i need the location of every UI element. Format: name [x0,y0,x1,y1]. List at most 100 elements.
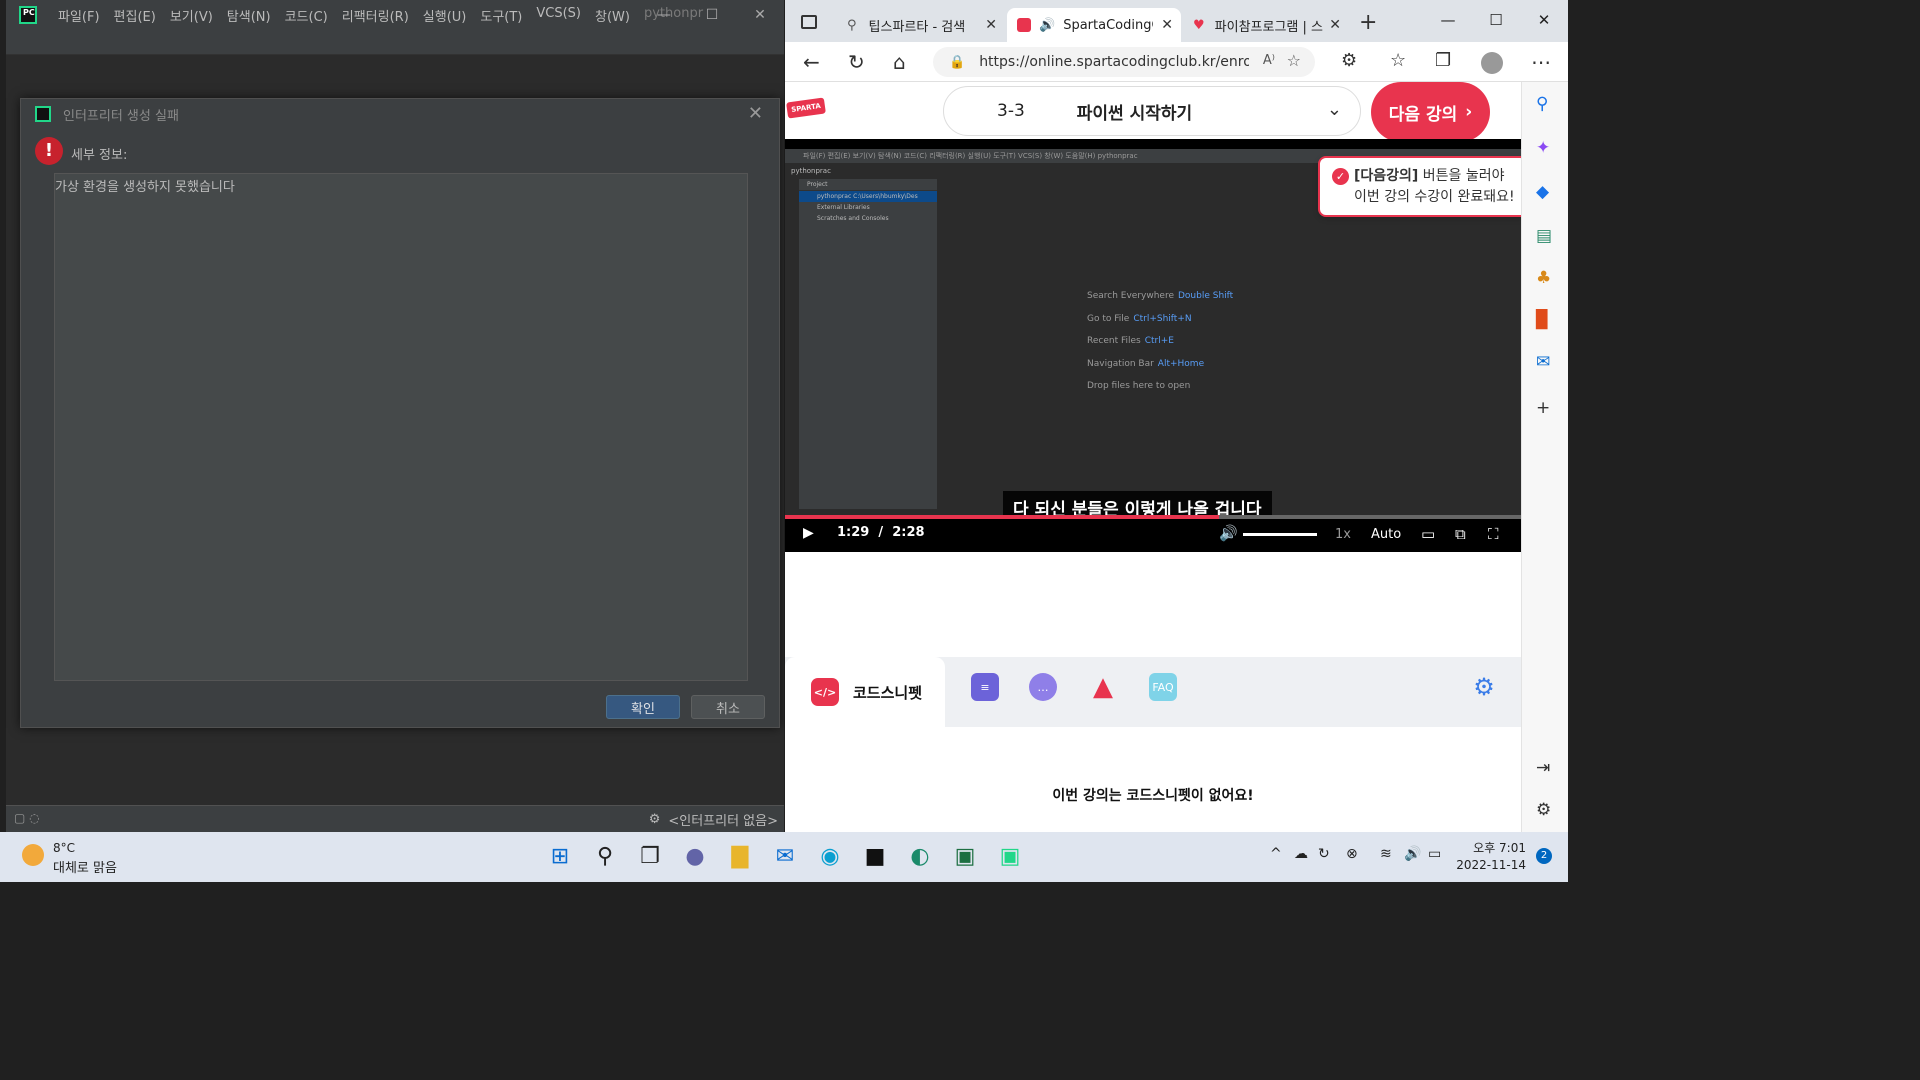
time: 오후 7:01 [1473,841,1526,855]
close-icon[interactable]: ✕ [736,0,784,30]
volume-icon[interactable]: 🔊 [1219,524,1238,542]
weather-temperature[interactable]: 8°C [53,841,75,855]
sidebar-collapse-icon[interactable]: ⇥ [1536,758,1550,778]
weather-description[interactable]: 대체로 맑음 [53,857,117,876]
detail-text-area[interactable]: 가상 환경을 생성하지 못했습니다 [54,173,748,681]
collections-icon[interactable]: ❐ [1435,50,1451,71]
menu-vcs[interactable]: VCS(S) [529,6,588,25]
games-icon[interactable]: ♣ [1536,268,1551,288]
tab-actions-icon[interactable] [801,15,817,29]
minimize-icon[interactable]: — [640,0,688,30]
quality-selector[interactable]: Auto [1371,527,1401,542]
app-tray-icon[interactable]: ⊗ [1346,846,1358,862]
fullscreen-icon[interactable]: ⛶ [1488,525,1499,543]
add-icon[interactable]: + [1536,398,1550,418]
notification-badge[interactable]: 2 [1536,848,1552,864]
search-icon[interactable]: ⚲ [591,842,619,870]
edge-window: ⚲ 팁스파르타 - 검색 ✕ 🔊 SpartaCodingC ✕ ♥ 파이참프로… [785,0,1568,832]
tab-sparta[interactable]: 🔊 SpartaCodingC ✕ [1007,8,1181,42]
lecture-selector[interactable]: 3-3 파이썬 시작하기 ⌄ [943,86,1361,136]
pip-icon[interactable]: ⧉ [1455,525,1466,543]
home-icon[interactable]: ⌂ [893,50,906,74]
warning-icon[interactable]: ▲ [1089,672,1117,702]
tab-code-snippet[interactable]: </> 코드스니펫 [785,657,945,727]
favorites-icon[interactable]: ☆ [1390,50,1406,71]
speaker-icon[interactable]: 🔊 [1039,18,1055,33]
app-icon[interactable]: ■ [861,842,889,870]
faq-icon[interactable]: FAQ [1149,673,1177,701]
outlook-icon[interactable]: ✉ [1536,352,1550,372]
battery-icon[interactable]: ▭ [1428,846,1441,862]
close-icon[interactable]: ✕ [748,103,763,124]
onedrive-icon[interactable]: ☁ [1294,846,1308,862]
chat-icon[interactable]: … [1029,673,1057,701]
pycharm-icon[interactable]: ▣ [996,842,1024,870]
gear-icon[interactable]: ⚙ [1536,800,1551,820]
wifi-icon[interactable]: ≋ [1380,846,1392,862]
interpreter-status[interactable]: <인터프리터 없음> [668,810,778,829]
menu-navigate[interactable]: 탐색(N) [220,6,278,25]
search-icon[interactable]: ⚲ [1536,94,1548,114]
mail-icon[interactable]: ✉ [771,842,799,870]
subtitles-icon[interactable]: ▭ [1421,525,1435,543]
url-field[interactable]: 🔒 https://online.spartacodingclub.kr/enr… [933,47,1315,77]
shopping-icon[interactable]: ◆ [1536,182,1549,202]
back-icon[interactable]: ← [803,50,820,74]
favorite-add-icon[interactable]: ☆ [1287,51,1301,70]
close-icon[interactable]: ✕ [1520,0,1568,40]
start-icon[interactable]: ⊞ [546,842,574,870]
more-icon[interactable]: ⋯ [1531,50,1551,74]
close-tab-icon[interactable]: ✕ [1329,17,1341,33]
tools-icon[interactable]: ▤ [1536,226,1552,246]
chat-icon[interactable]: ● [681,842,709,870]
edge-icon[interactable]: ◉ [816,842,844,870]
office-icon[interactable]: ▉ [1536,310,1549,330]
menu-run[interactable]: 실행(U) [416,6,474,25]
lock-icon[interactable]: 🔒 [949,55,965,70]
url-text[interactable]: https://online.spartacodingclub.kr/enrol… [979,54,1249,70]
menu-view[interactable]: 보기(V) [163,6,220,25]
excel-icon[interactable]: ▣ [951,842,979,870]
profile-icon[interactable] [1481,52,1503,74]
tab-search[interactable]: ⚲ 팁스파르타 - 검색 ✕ [837,8,1005,42]
menu-window[interactable]: 창(W) [588,6,637,25]
pycharm-logo-icon [35,106,51,122]
close-tab-icon[interactable]: ✕ [1161,17,1173,33]
play-icon[interactable]: ▶ [803,525,814,541]
panel-tabs: </> 코드스니펫 ≡ … ▲ FAQ ⚙ [785,657,1521,727]
minimize-icon[interactable]: — [1424,0,1472,40]
menu-code[interactable]: 코드(C) [278,6,335,25]
new-tab-icon[interactable]: + [1359,10,1377,35]
cancel-button[interactable]: 취소 [691,695,765,719]
weather-sun-icon[interactable] [22,844,44,866]
file-explorer-icon[interactable]: ▇ [726,842,754,870]
next-lecture-button[interactable]: 다음 강의 › [1371,82,1490,142]
layout-icon[interactable]: ▢ [14,811,25,825]
settings-icon[interactable]: ⚙ [1470,673,1498,701]
notes-icon[interactable]: ≡ [971,673,999,701]
sync-icon[interactable]: ↻ [1318,846,1330,862]
task-view-icon[interactable]: ❐ [636,842,664,870]
read-aloud-icon[interactable]: A⁾ [1263,53,1275,68]
close-tab-icon[interactable]: ✕ [985,17,997,33]
menu-edit[interactable]: 편집(E) [107,6,163,25]
volume-icon[interactable]: 🔊 [1404,846,1421,862]
chevron-down-icon[interactable]: ⌄ [1327,99,1342,120]
maximize-icon[interactable]: ☐ [688,0,736,30]
menu-refactor[interactable]: 리팩터링(R) [335,6,416,25]
extensions-icon[interactable]: ⚙ [1341,50,1357,71]
refresh-icon[interactable]: ↻ [848,50,865,74]
video-inner-project: pythonprac [791,167,831,175]
maximize-icon[interactable]: ☐ [1472,0,1520,40]
chevron-up-icon[interactable]: ^ [1270,846,1282,862]
clock[interactable]: 오후 7:01 2022-11-14 [1456,840,1526,874]
playback-rate[interactable]: 1x [1335,527,1351,542]
tab-pycharm-post[interactable]: ♥ 파이참프로그램 | 스 ✕ [1183,8,1349,42]
browser-icon[interactable]: ◐ [906,842,934,870]
sparta-logo[interactable]: SPARTA [786,97,826,119]
menu-tools[interactable]: 도구(T) [473,6,529,25]
menu-file[interactable]: 파일(F) [51,6,107,25]
copilot-icon[interactable]: ✦ [1536,138,1550,158]
volume-slider[interactable] [1243,533,1317,536]
ok-button[interactable]: 확인 [606,695,680,719]
